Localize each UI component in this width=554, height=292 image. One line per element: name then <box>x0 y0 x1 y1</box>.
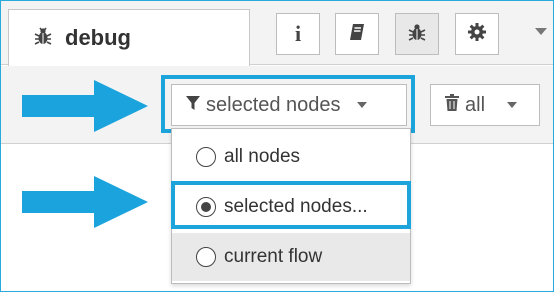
chevron-down-icon <box>507 102 518 108</box>
config-tab-button[interactable] <box>455 13 499 55</box>
selected-option-highlight-box <box>171 181 411 229</box>
bug-icon <box>33 26 53 51</box>
radio-unchecked-icon <box>196 247 216 267</box>
filter-highlight-box <box>161 75 415 133</box>
clear-messages-button[interactable]: all <box>430 84 540 126</box>
menu-item-label: current flow <box>224 246 323 267</box>
bug-icon <box>407 22 427 47</box>
menu-item-current-flow[interactable]: current flow <box>172 233 410 281</box>
trash-icon <box>445 94 459 116</box>
annotation-arrow-icon <box>22 176 148 228</box>
annotation-arrow-icon <box>22 80 148 132</box>
more-tabs-icon[interactable] <box>535 28 547 35</box>
radio-unchecked-icon <box>196 147 216 167</box>
tab-debug[interactable]: debug <box>8 9 250 66</box>
help-tab-button[interactable] <box>335 13 379 55</box>
info-icon: i <box>294 21 302 46</box>
clear-label: all <box>465 93 486 116</box>
sidebar-tab-bar: debug i <box>1 1 553 66</box>
menu-item-all-nodes[interactable]: all nodes <box>172 133 410 181</box>
menu-item-label: all nodes <box>224 146 301 167</box>
book-icon <box>347 22 367 47</box>
tab-label: debug <box>65 25 131 50</box>
info-tab-button[interactable]: i <box>276 13 320 55</box>
gear-icon <box>467 22 487 47</box>
debug-tab-button[interactable] <box>395 13 439 55</box>
